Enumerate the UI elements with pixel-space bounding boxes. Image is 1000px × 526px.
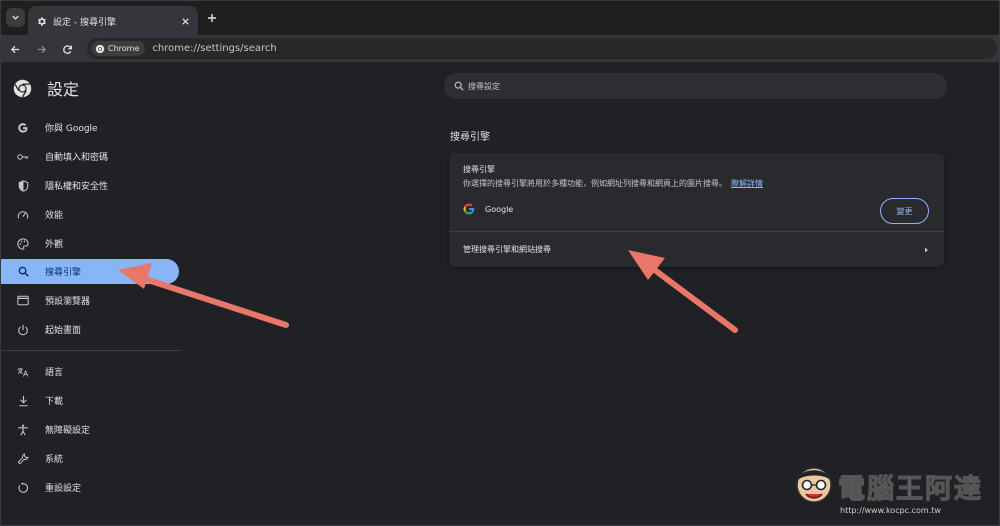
wrench-icon [17,452,29,465]
plus-icon [208,14,216,22]
shield-icon [17,179,29,192]
download-icon [17,395,29,407]
sidebar-item-label: 你與 Google [45,124,98,134]
manage-search-engines-label: 管理搜尋引擎和網站搜尋 [463,245,551,254]
arrow-right-icon [37,45,46,53]
power-icon [17,324,29,336]
reload-button[interactable] [58,40,76,58]
sidebar-item-label: 搜尋引擎 [45,268,82,278]
sidebar-item-system[interactable]: 系統 [1,446,179,471]
card-description-text: 你選擇的搜尋引擎將用於多種功能，例如網址列搜尋和網頁上的圖片搜尋。 [463,179,727,188]
sidebar-divider [1,350,181,351]
chrome-logo-icon [95,44,105,53]
url-text: chrome://settings/search [152,43,277,54]
card-description: 你選擇的搜尋引擎將用於多種功能，例如網址列搜尋和網頁上的圖片搜尋。 瞭解詳情 [463,178,763,189]
settings-search-input[interactable]: 搜尋設定 [444,73,947,99]
sidebar-item-label: 效能 [45,211,64,221]
sidebar-item-label: 系統 [45,455,64,465]
google-g-icon [17,122,29,134]
sidebar-item-downloads[interactable]: 下載 [1,388,179,413]
chevron-right-icon [925,247,928,252]
sidebar-item-on-startup[interactable]: 起始畫面 [1,317,179,342]
sidebar-item-label: 無障礙設定 [45,426,91,436]
address-bar[interactable]: Chrome chrome://settings/search [87,38,997,59]
tab-strip: 設定 - 搜尋引擎 [0,0,1000,36]
translate-icon [17,366,29,378]
browser-toolbar: Chrome chrome://settings/search [0,35,1000,62]
browser-window-icon [17,295,29,307]
chip-label: Chrome [108,44,140,53]
watermark: 電腦王阿達 http://www.kocpc.com.tw [792,455,992,523]
mascot-face-icon [796,467,832,503]
sidebar-item-label: 自動填入和密碼 [45,153,109,163]
key-icon [17,151,29,163]
sidebar-item-reset[interactable]: 重設設定 [1,475,179,500]
sidebar-item-search-engine[interactable]: 搜尋引擎 [1,259,179,284]
chevron-down-icon [12,15,19,20]
back-button[interactable] [6,40,24,58]
page-title: 設定 [47,80,80,99]
reset-icon [17,481,29,494]
sidebar-item-label: 語言 [45,368,64,378]
arrow-left-icon [10,45,19,53]
watermark-url: http://www.kocpc.com.tw [840,506,941,515]
chrome-logo-icon [13,79,32,98]
sidebar-item-privacy[interactable]: 隱私權和安全性 [1,173,179,198]
accessibility-icon [17,424,29,436]
site-info-chip[interactable]: Chrome [91,41,146,56]
section-title: 搜尋引擎 [450,132,490,143]
sidebar-item-accessibility[interactable]: 無障礙設定 [1,417,179,442]
sidebar-item-autofill[interactable]: 自動填入和密碼 [1,144,179,169]
sidebar-item-label: 隱私權和安全性 [45,182,109,192]
tab-title: 設定 - 搜尋引擎 [53,17,116,28]
manage-search-engines-row[interactable]: 管理搜尋引擎和網站搜尋 [449,232,944,267]
sidebar-item-label: 重設設定 [45,484,82,494]
gauge-icon [17,209,29,221]
change-search-engine-button[interactable]: 變更 [880,198,929,224]
sidebar-item-label: 下載 [45,397,64,407]
search-icon [17,266,29,278]
sidebar-item-you-and-google[interactable]: 你與 Google [1,115,179,140]
tab-settings[interactable]: 設定 - 搜尋引擎 [28,6,198,36]
google-logo-icon [463,203,475,215]
gear-icon [38,16,46,26]
selected-engine: Google [463,203,513,215]
card-heading: 搜尋引擎 [463,165,495,174]
sidebar-item-label: 起始畫面 [45,326,82,336]
search-icon [454,81,464,91]
close-icon[interactable] [181,17,190,26]
sidebar-item-label: 預設瀏覽器 [45,297,91,307]
forward-button[interactable] [32,40,50,58]
search-engine-card: 搜尋引擎 你選擇的搜尋引擎將用於多種功能，例如網址列搜尋和網頁上的圖片搜尋。 瞭解… [449,153,944,267]
sidebar-item-appearance[interactable]: 外觀 [1,231,179,256]
palette-icon [17,237,29,250]
sidebar-item-default-browser[interactable]: 預設瀏覽器 [1,288,179,313]
reload-icon [62,44,72,54]
new-tab-button[interactable] [204,10,220,26]
learn-more-link[interactable]: 瞭解詳情 [731,179,763,188]
tab-search-button[interactable] [6,8,25,27]
watermark-text: 電腦王阿達 [838,474,983,506]
sidebar-item-label: 外觀 [45,240,64,250]
engine-name: Google [485,204,514,214]
search-placeholder: 搜尋設定 [468,81,500,91]
sidebar-item-performance[interactable]: 效能 [1,202,179,227]
sidebar-item-languages[interactable]: 語言 [1,359,179,384]
